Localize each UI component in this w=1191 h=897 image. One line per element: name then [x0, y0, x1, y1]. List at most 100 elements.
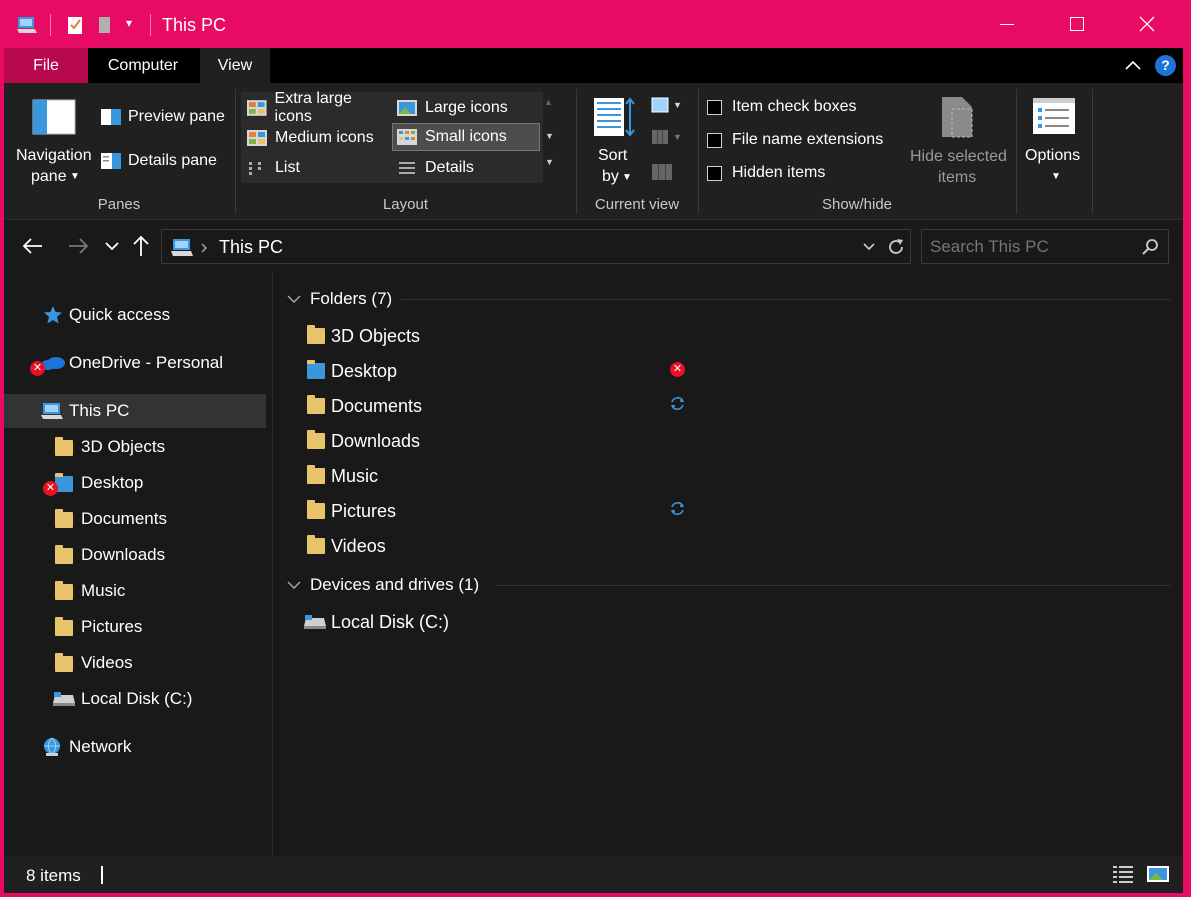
navigation-pane-button[interactable]: Navigation pane ▼ — [12, 91, 96, 191]
sidebar-item-local-disk[interactable]: Local Disk (C:) — [4, 682, 266, 716]
chevron-down-icon: ▼ — [622, 172, 632, 183]
chevron-down-icon: ▼ — [70, 171, 80, 182]
minimize-icon — [1000, 23, 1014, 25]
maximize-icon — [1070, 17, 1084, 31]
sidebar-item-downloads[interactable]: Downloads — [4, 538, 266, 572]
list-item-videos[interactable]: Videos — [307, 531, 386, 561]
list-item-3d-objects[interactable]: 3D Objects — [307, 321, 420, 351]
breadcrumb-this-pc[interactable]: This PC — [219, 237, 283, 258]
layout-label: Small icons — [425, 128, 507, 145]
file-name-extensions-checkbox[interactable]: File name extensions — [707, 130, 883, 150]
sidebar-item-3d-objects[interactable]: 3D Objects — [4, 430, 266, 464]
refresh-icon[interactable] — [886, 237, 906, 257]
options-label: Options — [1025, 147, 1081, 164]
sidebar-item-pictures[interactable]: Pictures — [4, 610, 266, 644]
size-columns-icon[interactable] — [651, 163, 673, 181]
search-input[interactable] — [930, 235, 1130, 259]
hide-selected-items-button[interactable]: Hide selected items — [904, 91, 1010, 191]
group-divider — [495, 585, 1171, 586]
recent-locations-chevron-icon[interactable] — [104, 240, 120, 252]
error-icon: ✕ — [670, 362, 685, 377]
list-item-music[interactable]: Music — [307, 461, 378, 491]
this-pc-icon[interactable] — [16, 14, 38, 36]
breadcrumb-chevron-icon[interactable] — [200, 242, 208, 254]
drive-icon — [304, 615, 326, 629]
preview-pane-button[interactable]: Preview pane — [100, 105, 225, 129]
layout-details[interactable]: Details — [393, 154, 541, 182]
up-arrow-icon[interactable] — [132, 235, 150, 257]
list-item-desktop[interactable]: Desktop — [307, 356, 397, 386]
help-icon[interactable]: ? — [1155, 55, 1176, 76]
layout-more-icon[interactable]: ▼ — [545, 157, 554, 167]
large-icons-view-icon[interactable] — [1146, 864, 1170, 884]
hidden-items-checkbox[interactable]: Hidden items — [707, 163, 825, 183]
address-bar[interactable]: This PC — [161, 229, 911, 264]
details-pane-button[interactable]: Details pane — [100, 149, 217, 173]
close-button[interactable] — [1112, 0, 1182, 48]
list-item-pictures[interactable]: Pictures — [307, 496, 396, 526]
sidebar-item-onedrive[interactable]: ✕ OneDrive - Personal — [4, 346, 266, 380]
layout-large-icons[interactable]: Large icons — [393, 94, 541, 122]
layout-label: List — [275, 159, 300, 176]
folder-icon — [55, 545, 73, 564]
sidebar-item-music[interactable]: Music — [4, 574, 266, 608]
list-item-local-disk[interactable]: Local Disk (C:) — [303, 607, 449, 637]
folder-icon — [307, 430, 325, 449]
details-view-icon[interactable] — [1112, 864, 1134, 884]
checkbox-unchecked — [707, 99, 722, 115]
options-button[interactable]: Options ▼ — [1020, 91, 1090, 191]
item-check-boxes-checkbox[interactable]: Item check boxes — [707, 97, 857, 117]
tab-computer[interactable]: Computer — [88, 48, 198, 83]
ribbon-separator — [1092, 89, 1093, 214]
folder-icon — [55, 617, 73, 636]
sidebar-item-this-pc[interactable]: This PC — [4, 394, 266, 428]
folders-group-header[interactable]: Folders (7) — [287, 289, 392, 309]
forward-arrow-icon[interactable] — [67, 237, 89, 255]
layout-label: Details — [425, 159, 474, 176]
small-icons-icon — [397, 129, 417, 145]
list-item-downloads[interactable]: Downloads — [307, 426, 420, 456]
layout-scroll-down-icon[interactable]: ▼ — [545, 131, 554, 141]
customize-toolbar-chevron-icon[interactable]: ▾ — [126, 16, 132, 30]
title-separator — [150, 14, 151, 36]
hide-selected-icon — [942, 97, 973, 138]
drives-group-header[interactable]: Devices and drives (1) — [287, 575, 479, 595]
sidebar-item-documents[interactable]: Documents — [4, 502, 266, 536]
layout-list[interactable]: List — [243, 154, 391, 182]
back-arrow-icon[interactable] — [22, 237, 44, 255]
address-history-chevron-icon[interactable] — [862, 242, 876, 252]
title-bar: ▾ This PC — [4, 0, 1183, 48]
new-folder-icon[interactable] — [94, 14, 116, 36]
sort-by-label: Sort — [598, 147, 628, 164]
tab-file[interactable]: File — [4, 48, 88, 83]
sidebar-item-videos[interactable]: Videos — [4, 646, 266, 680]
properties-icon[interactable] — [64, 14, 86, 36]
add-columns-button[interactable]: ▼ — [651, 129, 682, 145]
item-count: 8 items — [26, 866, 81, 885]
list-icon — [249, 162, 261, 175]
sidebar-item-network[interactable]: Network — [4, 730, 266, 764]
group-by-button[interactable]: ▼ — [651, 97, 682, 113]
sidebar-item-desktop[interactable]: ✕ Desktop — [4, 466, 266, 500]
minimize-button[interactable] — [972, 0, 1042, 48]
layout-extra-large-icons[interactable]: Extra large icons — [243, 90, 391, 125]
tab-view[interactable]: View — [200, 48, 270, 83]
list-item-label: Desktop — [331, 360, 398, 381]
list-item-documents[interactable]: Documents — [307, 391, 422, 421]
add-columns-icon — [652, 130, 668, 144]
sort-by-button[interactable]: Sort by ▼ — [588, 91, 638, 191]
search-icon[interactable] — [1142, 238, 1160, 256]
window-title: This PC — [162, 15, 227, 35]
details-pane-icon — [101, 153, 121, 169]
sidebar-item-quick-access[interactable]: Quick access — [4, 298, 266, 332]
layout-scroll-up-icon[interactable]: ▲ — [544, 97, 553, 107]
navigation-pane: Quick access ✕ OneDrive - Personal This … — [4, 272, 270, 856]
maximize-button[interactable] — [1042, 0, 1112, 48]
search-box[interactable] — [921, 229, 1169, 264]
folder-icon — [307, 500, 325, 519]
layout-small-icons[interactable]: Small icons — [392, 123, 540, 151]
layout-medium-icons[interactable]: Medium icons — [243, 124, 391, 152]
collapse-ribbon-icon[interactable] — [1124, 58, 1142, 72]
sidebar-item-label: Videos — [81, 653, 133, 672]
sort-by-label-2: by — [602, 168, 619, 185]
